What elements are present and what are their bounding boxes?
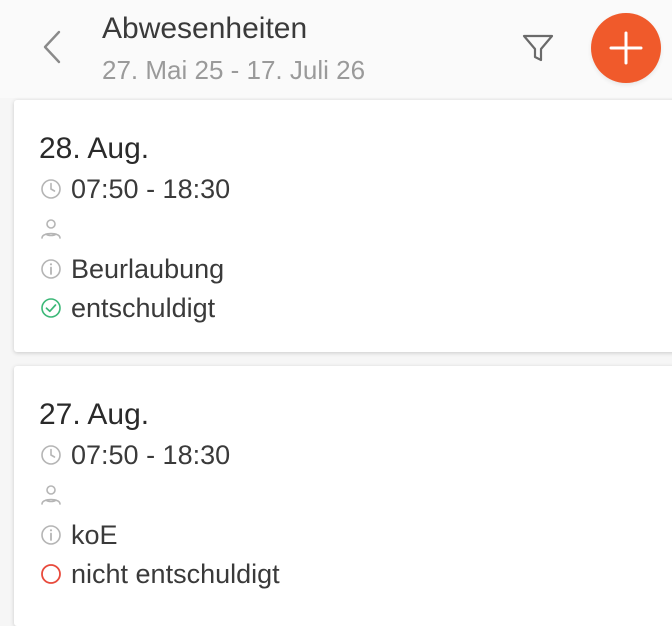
absence-date: 28. Aug. <box>39 132 150 165</box>
absence-reason: Beurlaubung <box>71 253 225 284</box>
back-button[interactable] <box>30 25 74 69</box>
absence-card[interactable]: 27. Aug. 07:50 - 18:30 koE nicht entschu… <box>14 366 672 626</box>
plus-icon <box>609 31 643 65</box>
absence-status-row: nicht entschuldigt <box>39 557 280 591</box>
absence-card[interactable]: 28. Aug. 07:50 - 18:30 Beurlaubung entsc… <box>14 100 672 352</box>
person-icon <box>39 217 63 241</box>
check-circle-icon <box>39 296 63 320</box>
absence-reason-row: koE <box>39 518 118 552</box>
absence-date: 27. Aug. <box>39 398 150 431</box>
person-icon <box>39 483 63 507</box>
chevron-left-icon <box>43 30 61 64</box>
absence-time: 07:50 - 18:30 <box>71 439 231 470</box>
page-title: Abwesenheiten <box>102 12 308 45</box>
absence-time: 07:50 - 18:30 <box>71 173 231 204</box>
empty-circle-icon <box>39 562 63 586</box>
app-header: Abwesenheiten 27. Mai 25 - 17. Juli 26 <box>0 0 672 98</box>
absence-reason: koE <box>71 519 118 550</box>
absence-time-row: 07:50 - 18:30 <box>39 438 230 472</box>
date-range-subtitle: 27. Mai 25 - 17. Juli 26 <box>102 55 366 85</box>
info-icon <box>39 523 63 547</box>
add-absence-button[interactable] <box>591 13 661 83</box>
absence-status: nicht entschuldigt <box>71 558 280 589</box>
clock-icon <box>39 443 63 467</box>
filter-icon <box>522 34 554 62</box>
absence-status-row: entschuldigt <box>39 291 215 325</box>
absence-reason-row: Beurlaubung <box>39 252 224 286</box>
absence-time-row: 07:50 - 18:30 <box>39 172 230 206</box>
filter-button[interactable] <box>514 24 562 72</box>
absence-person-row <box>39 478 71 512</box>
info-icon <box>39 257 63 281</box>
absence-status: entschuldigt <box>71 292 216 323</box>
clock-icon <box>39 177 63 201</box>
absence-person-row <box>39 212 71 246</box>
